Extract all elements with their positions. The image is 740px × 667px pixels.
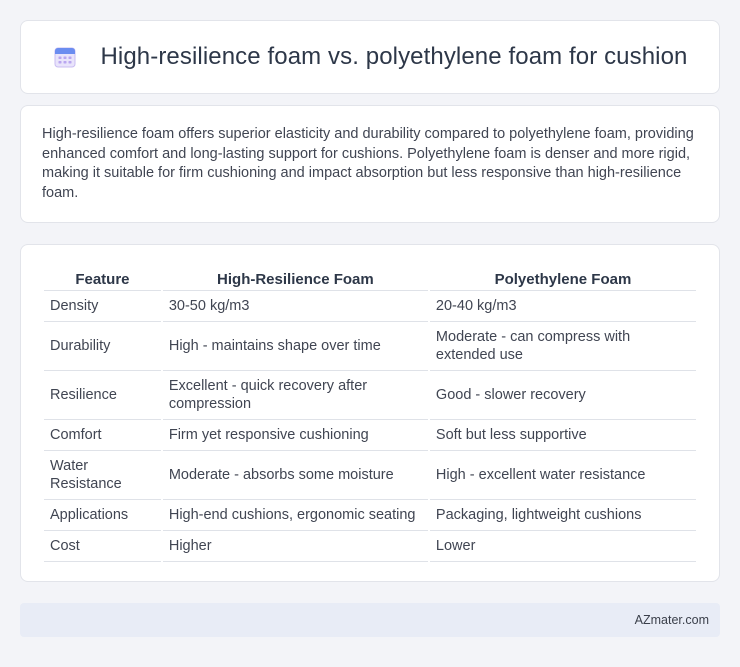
feature-cell: Applications [44,500,161,531]
title-card: High-resilience foam vs. polyethylene fo… [20,20,720,94]
page-title: High-resilience foam vs. polyethylene fo… [100,43,688,70]
feature-cell: Resilience [44,371,161,420]
feature-cell: Water Resistance [44,451,161,500]
comparison-table-card: Feature High-Resilience Foam Polyethylen… [20,244,720,582]
pe-foam-cell: Moderate - can compress with extended us… [429,322,696,371]
pe-foam-cell: Packaging, lightweight cushions [429,500,696,531]
hr-foam-cell: Firm yet responsive cushioning [162,420,428,451]
table-row: Comfort Firm yet responsive cushioning S… [44,420,696,451]
table-row: Water Resistance Moderate - absorbs some… [44,451,696,500]
pe-foam-cell: High - excellent water resistance [429,451,696,500]
table-row: Density 30-50 kg/m3 20-40 kg/m3 [44,291,696,322]
table-header-row: Feature High-Resilience Foam Polyethylen… [44,266,696,291]
hr-foam-cell: High-end cushions, ergonomic seating [162,500,428,531]
hr-foam-cell: 30-50 kg/m3 [162,291,428,322]
hr-foam-cell: Moderate - absorbs some moisture [162,451,428,500]
pe-foam-cell: Good - slower recovery [429,371,696,420]
feature-cell: Comfort [44,420,161,451]
calendar-icon [52,44,78,70]
table-row: Cost Higher Lower [44,531,696,562]
description-card: High-resilience foam offers superior ela… [20,105,720,223]
header-high-resilience-foam: High-Resilience Foam [162,266,428,291]
pe-foam-cell: Soft but less supportive [429,420,696,451]
table-row: Resilience Excellent - quick recovery af… [44,371,696,420]
footer-brand[interactable]: AZmater.com [635,613,709,627]
footer: AZmater.com [20,603,720,637]
feature-cell: Durability [44,322,161,371]
description-text: High-resilience foam offers superior ela… [42,126,694,201]
header-polyethylene-foam: Polyethylene Foam [429,266,696,291]
table-row: Applications High-end cushions, ergonomi… [44,500,696,531]
hr-foam-cell: High - maintains shape over time [162,322,428,371]
pe-foam-cell: Lower [429,531,696,562]
feature-cell: Density [44,291,161,322]
table-row: Durability High - maintains shape over t… [44,322,696,371]
hr-foam-cell: Higher [162,531,428,562]
hr-foam-cell: Excellent - quick recovery after compres… [162,371,428,420]
title-wrap: High-resilience foam vs. polyethylene fo… [52,43,687,71]
header-feature: Feature [44,266,161,291]
pe-foam-cell: 20-40 kg/m3 [429,291,696,322]
comparison-table: Feature High-Resilience Foam Polyethylen… [42,266,698,562]
feature-cell: Cost [44,531,161,562]
